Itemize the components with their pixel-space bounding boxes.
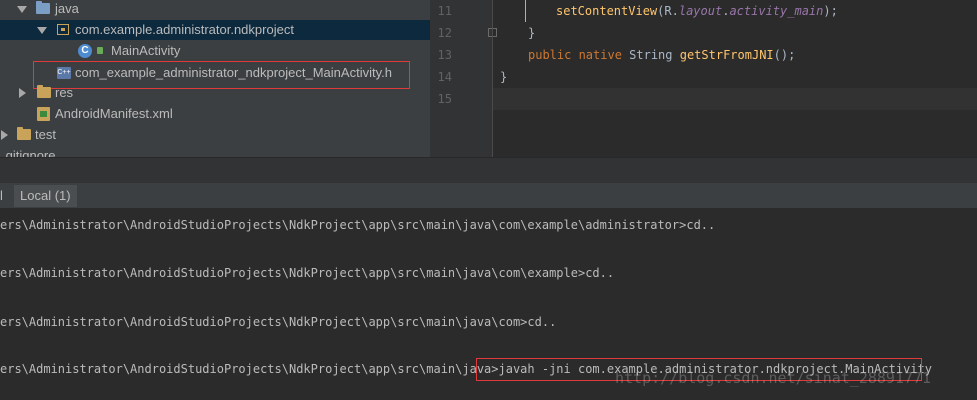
class-icon: C bbox=[78, 44, 92, 58]
line-number: 14 bbox=[437, 70, 452, 84]
watermark-text: http://blog.csdn.net/sinat_28891771 bbox=[615, 369, 932, 387]
code-line-12: } bbox=[528, 26, 536, 40]
package-icon bbox=[57, 24, 69, 35]
tree-item-package[interactable]: com.example.administrator.ndkproject bbox=[0, 20, 430, 40]
editor-gutter: 11 12 13 14 15 bbox=[430, 0, 492, 157]
tree-item-main-activity[interactable]: C MainActivity bbox=[0, 41, 430, 61]
tree-item-res[interactable]: res bbox=[0, 83, 430, 103]
project-tree: java com.example.administrator.ndkprojec… bbox=[0, 0, 430, 157]
tree-item-java[interactable]: java bbox=[0, 0, 430, 19]
terminal-line: ers\Administrator\AndroidStudioProjects\… bbox=[0, 266, 615, 280]
tree-item-label: test bbox=[35, 127, 56, 142]
current-line-highlight bbox=[430, 88, 977, 110]
tree-item-label: java bbox=[55, 1, 79, 16]
tab-local-1[interactable]: Local (1) bbox=[14, 185, 77, 207]
tab-edge: l bbox=[0, 188, 3, 203]
terminal-line: ers\Administrator\AndroidStudioProjects\… bbox=[0, 315, 557, 329]
terminal-line: ers\Administrator\AndroidStudioProjects\… bbox=[0, 218, 716, 232]
tree-item-label: AndroidManifest.xml bbox=[55, 106, 173, 121]
tree-item-gitignore[interactable]: .gitignore bbox=[0, 146, 430, 157]
line-number: 12 bbox=[437, 26, 452, 40]
terminal-tab-bar: l Local (1) bbox=[0, 183, 977, 209]
tree-item-label: res bbox=[55, 85, 74, 100]
panel-divider[interactable] bbox=[0, 157, 977, 183]
folder-icon bbox=[36, 1, 50, 14]
code-line-11: setContentView(R.layout.activity_main); bbox=[556, 4, 838, 18]
lock-icon bbox=[97, 47, 103, 54]
collapse-arrow-icon[interactable] bbox=[19, 88, 26, 98]
expand-arrow-icon[interactable] bbox=[17, 6, 27, 13]
code-editor[interactable]: 11 12 13 14 15 setContentView(R.layout.a… bbox=[430, 0, 977, 157]
tree-item-label: com.example.administrator.ndkproject bbox=[75, 22, 294, 37]
line-number: 13 bbox=[437, 48, 452, 62]
tree-item-test[interactable]: test bbox=[0, 125, 430, 145]
folder-icon bbox=[37, 85, 51, 98]
tree-item-label: .gitignore bbox=[2, 148, 56, 157]
collapse-arrow-icon[interactable] bbox=[1, 130, 8, 140]
expand-arrow-icon[interactable] bbox=[37, 27, 47, 34]
code-line-13: public native String getStrFromJNI(); bbox=[528, 48, 796, 62]
line-number: 15 bbox=[437, 92, 452, 106]
tree-item-label: MainActivity bbox=[111, 43, 181, 58]
line-number: 11 bbox=[437, 4, 452, 18]
tree-item-manifest[interactable]: AndroidManifest.xml bbox=[0, 104, 430, 124]
gutter-divider bbox=[492, 0, 493, 157]
code-line-14: } bbox=[500, 70, 508, 84]
indent-guide bbox=[525, 0, 526, 22]
folder-icon bbox=[17, 127, 31, 140]
xml-file-icon bbox=[37, 107, 50, 121]
